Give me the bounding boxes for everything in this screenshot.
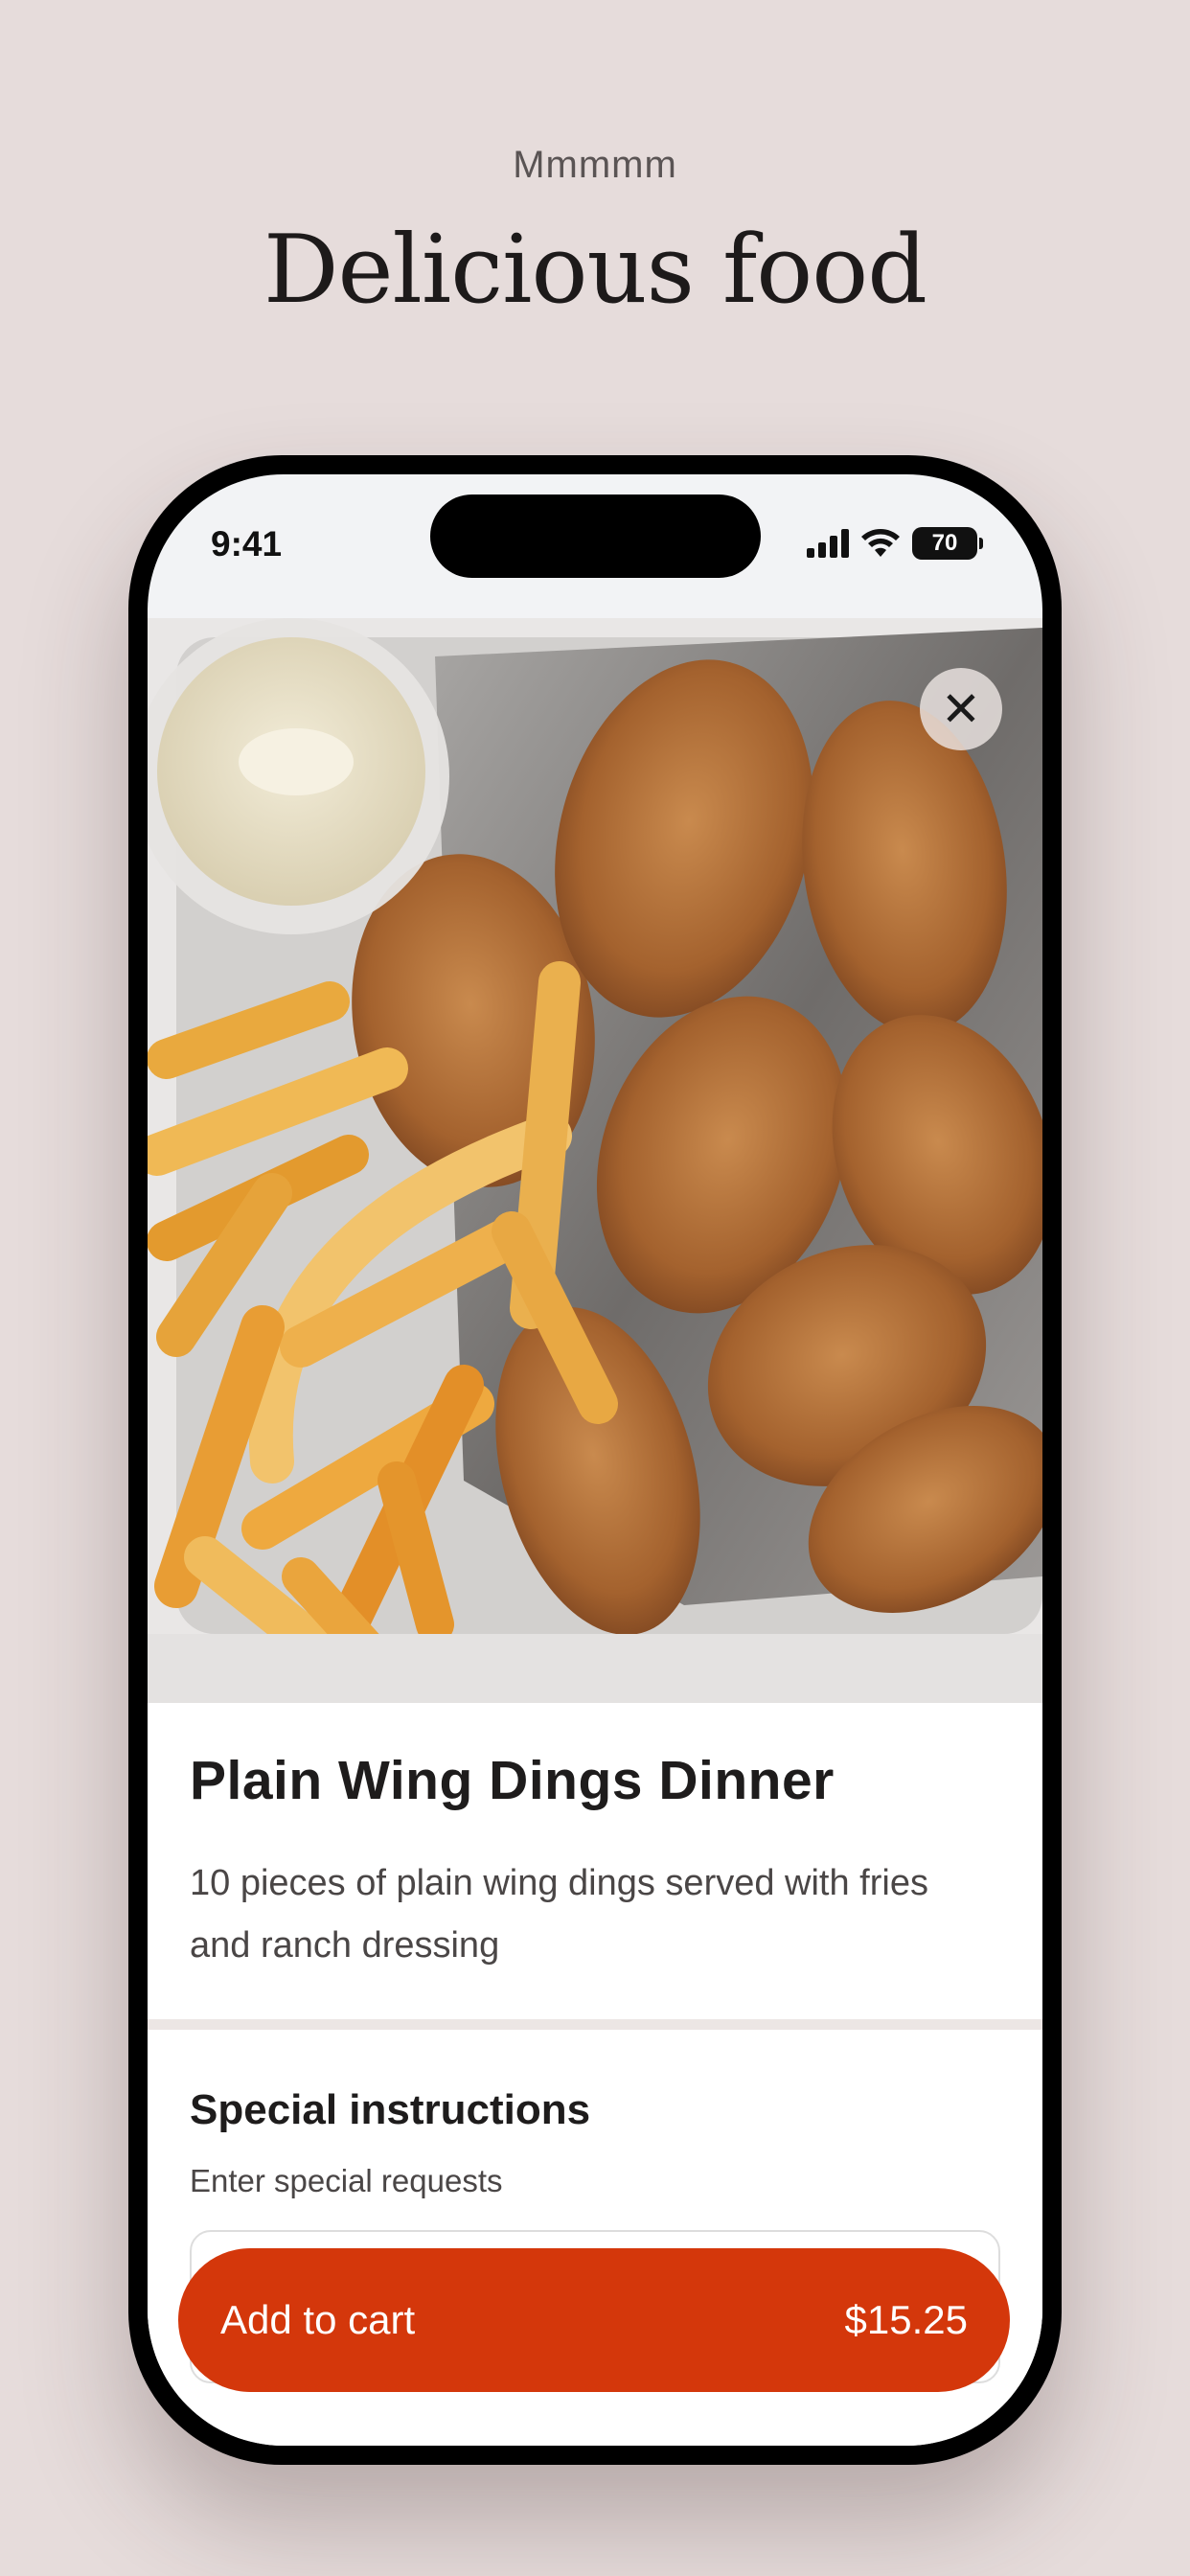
section-divider (148, 2019, 1042, 2030)
promo-kicker: Mmmmm (513, 144, 677, 186)
battery-icon: 70 (912, 527, 983, 560)
add-to-cart-button[interactable]: Add to cart $15.25 (178, 2248, 1010, 2392)
food-illustration (148, 618, 1042, 1703)
special-instructions-title: Special instructions (190, 2086, 591, 2133)
close-button[interactable]: ✕ (920, 668, 1002, 750)
add-to-cart-label: Add to cart (220, 2297, 416, 2342)
item-title: Plain Wing Dings Dinner (190, 1750, 835, 1811)
signal-icon (807, 529, 849, 558)
phone-frame: 9:41 70 ✕ Plain Wing Dings Dinner 10 pie… (128, 455, 1062, 2465)
special-instructions-subtitle: Enter special requests (190, 2163, 503, 2198)
phone-screen: 9:41 70 ✕ Plain Wing Dings Dinner 10 pie… (148, 474, 1042, 2446)
status-time: 9:41 (211, 524, 283, 564)
status-bar: 9:41 70 (148, 474, 1042, 637)
wifi-icon (861, 529, 900, 557)
promo-title: Delicious food (263, 216, 927, 325)
dynamic-island (430, 494, 761, 578)
item-description: 10 pieces of plain wing dings served wit… (190, 1863, 928, 1966)
food-photo: ✕ (148, 618, 1042, 1703)
close-icon: ✕ (941, 682, 981, 736)
status-icons: 70 (807, 526, 983, 561)
cart-price: $15.25 (844, 2297, 968, 2342)
